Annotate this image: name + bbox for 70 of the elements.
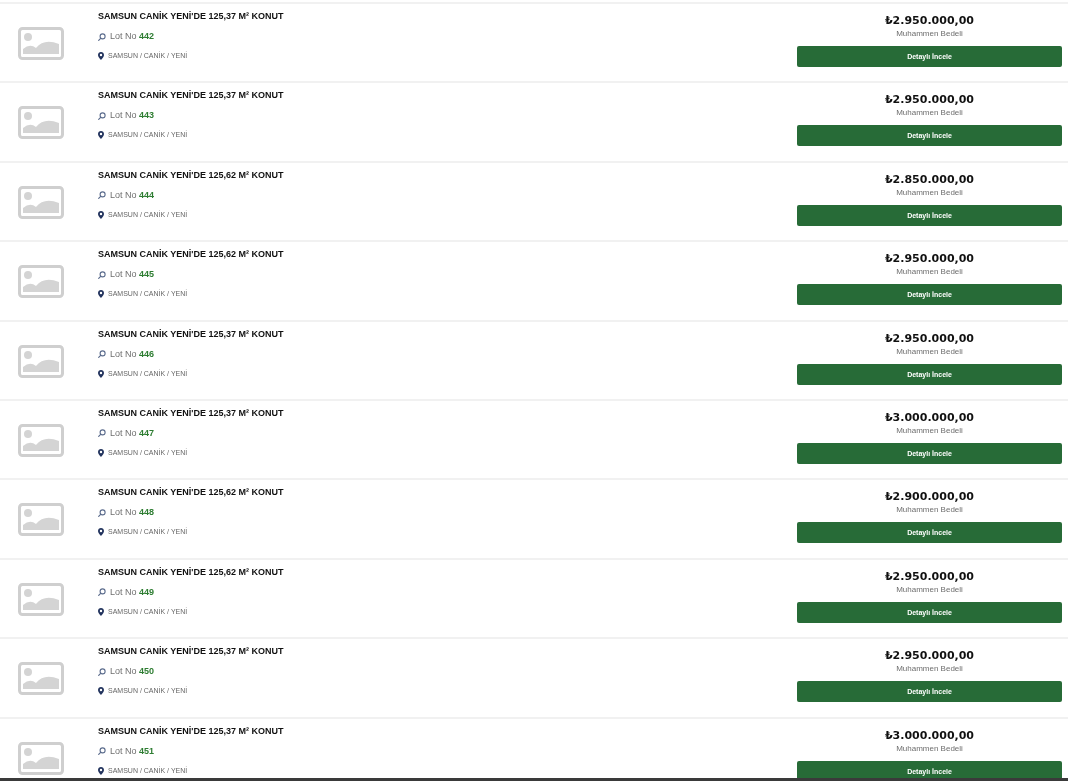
listing-title: SAMSUN CANİK YENİ'DE 125,37 M² KONUT [98, 724, 284, 737]
search-icon [98, 350, 106, 359]
lot-number-text: Lot No 444 [110, 188, 155, 202]
price-label: Muhammen Bedeli [896, 187, 963, 198]
lot-number-text: Lot No 447 [110, 426, 155, 440]
search-icon [98, 32, 106, 41]
location-pin-icon [98, 528, 104, 537]
listing-title: SAMSUN CANİK YENİ'DE 125,62 M² KONUT [98, 248, 284, 261]
search-icon [98, 270, 106, 279]
price-text: ₺3.000.000,00 [884, 728, 975, 743]
listing-title: SAMSUN CANİK YENİ'DE 125,62 M² KONUT [98, 168, 284, 181]
image-placeholder-icon [18, 27, 64, 60]
price-text: ₺3.000.000,00 [884, 410, 975, 425]
search-icon [98, 111, 106, 120]
price-label: Muhammen Bedeli [896, 29, 963, 39]
image-placeholder-icon [18, 503, 64, 537]
location-pin-icon [98, 687, 104, 696]
location-pin-icon [98, 607, 104, 616]
location-pin-icon [98, 52, 104, 60]
price-text: ₺2.950.000,00 [884, 252, 975, 267]
price-label: Muhammen Bedeli [896, 108, 963, 119]
lot-number-text: Lot No 443 [110, 109, 155, 123]
price-label: Muhammen Bedeli [896, 584, 963, 595]
listing-title: SAMSUN CANİK YENİ'DE 125,37 M² KONUT [98, 89, 284, 102]
price-text: ₺2.950.000,00 [884, 14, 975, 28]
listing-title: SAMSUN CANİK YENİ'DE 125,62 M² KONUT [98, 486, 284, 499]
price-text: ₺2.950.000,00 [884, 93, 975, 108]
listing-title: SAMSUN CANİK YENİ'DE 125,37 M² KONUT [98, 406, 284, 419]
image-placeholder-icon [18, 662, 64, 696]
location-pin-icon [98, 290, 104, 299]
image-placeholder-icon [18, 265, 64, 299]
lot-number-text: Lot No 451 [110, 744, 155, 758]
location-pin-icon [98, 210, 104, 219]
listing-title: SAMSUN CANİK YENİ'DE 125,37 M² KONUT [98, 327, 284, 340]
image-placeholder-icon [18, 741, 64, 775]
search-icon [98, 508, 106, 517]
image-placeholder-icon [18, 106, 64, 140]
price-text: ₺2.900.000,00 [884, 490, 975, 505]
price-label: Muhammen Bedeli [896, 743, 963, 754]
search-icon [98, 429, 106, 438]
price-text: ₺2.950.000,00 [884, 331, 975, 346]
listing-title: SAMSUN CANİK YENİ'DE 125,62 M² KONUT [98, 565, 284, 578]
lot-number-text: Lot No 442 [110, 30, 155, 43]
location-pin-icon [98, 766, 104, 775]
image-placeholder-icon [18, 582, 64, 616]
image-placeholder-icon [18, 344, 64, 378]
price-text: ₺2.850.000,00 [884, 172, 975, 187]
image-placeholder-icon [18, 423, 64, 457]
price-label: Muhammen Bedeli [896, 425, 963, 436]
price-text: ₺2.950.000,00 [884, 649, 975, 664]
lot-number-text: Lot No 448 [110, 506, 155, 520]
search-icon [98, 191, 106, 200]
listing-title: SAMSUN CANİK YENİ'DE 125,37 M² KONUT [98, 10, 284, 22]
price-label: Muhammen Bedeli [896, 346, 963, 357]
search-icon [98, 667, 106, 676]
image-placeholder-icon [18, 185, 64, 219]
search-icon [98, 588, 106, 597]
lot-number-text: Lot No 446 [110, 347, 155, 361]
price-label: Muhammen Bedeli [896, 505, 963, 516]
search-icon [98, 747, 106, 755]
price-label: Muhammen Bedeli [896, 267, 963, 278]
lot-number-text: Lot No 445 [110, 268, 155, 282]
lot-number-text: Lot No 449 [110, 585, 155, 599]
listing-title: SAMSUN CANİK YENİ'DE 125,37 M² KONUT [98, 645, 284, 658]
price-text: ₺2.950.000,00 [884, 569, 975, 584]
location-pin-icon [98, 448, 104, 457]
location-pin-icon [98, 369, 104, 378]
lot-number-text: Lot No 450 [110, 665, 155, 679]
price-label: Muhammen Bedeli [896, 664, 963, 675]
location-pin-icon [98, 131, 104, 140]
